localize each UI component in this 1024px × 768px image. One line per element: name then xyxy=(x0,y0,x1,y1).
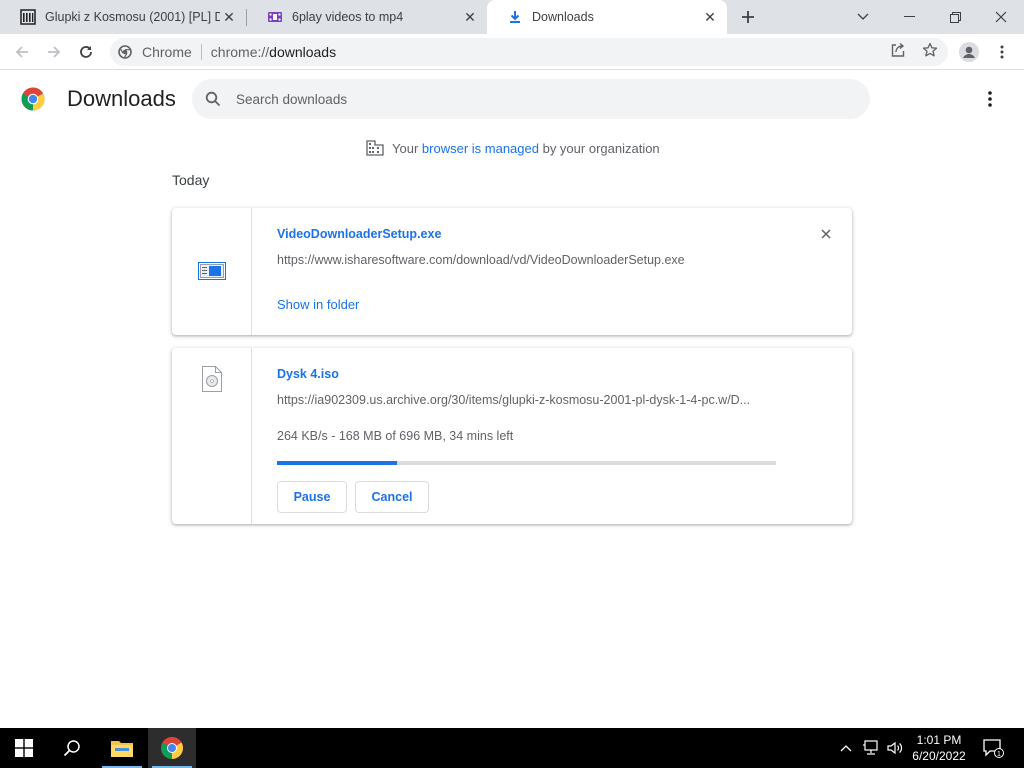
windows-logo-icon xyxy=(15,739,33,757)
taskbar-search-button[interactable] xyxy=(48,728,96,768)
tab-strip: Glupki z Kosmosu (2001) [PL] Dysk ✕ 6pla… xyxy=(0,0,1024,34)
search-downloads[interactable] xyxy=(192,79,870,119)
downloads-page: Downloads Your browser is managed by you… xyxy=(0,71,1024,728)
chrome-logo-icon xyxy=(161,737,183,759)
windows-taskbar: 1:01 PM 6/20/2022 1 xyxy=(0,728,1024,768)
start-button[interactable] xyxy=(0,728,48,768)
download-item: Dysk 4.iso https://ia902309.us.archive.o… xyxy=(172,348,852,524)
minimize-icon[interactable] xyxy=(886,0,932,34)
chrome-menu-icon[interactable] xyxy=(990,40,1014,64)
notification-count: 1 xyxy=(997,751,1001,758)
download-status: 264 KB/s - 168 MB of 696 MB, 34 mins lef… xyxy=(277,429,514,443)
profile-avatar-icon[interactable] xyxy=(957,40,981,64)
tab-close-icon[interactable]: ✕ xyxy=(461,8,479,26)
search-icon xyxy=(63,740,80,757)
managed-link[interactable]: browser is managed xyxy=(422,141,539,156)
chrome-site-icon xyxy=(118,44,134,60)
new-tab-icon[interactable] xyxy=(736,5,760,29)
video-icon xyxy=(267,9,283,25)
reload-icon[interactable] xyxy=(74,40,98,64)
download-filename[interactable]: VideoDownloaderSetup.exe xyxy=(277,227,441,241)
archive-icon xyxy=(20,9,36,25)
exe-file-icon xyxy=(198,262,226,280)
tab-glupki[interactable]: Glupki z Kosmosu (2001) [PL] Dysk ✕ xyxy=(0,0,246,34)
tab-close-icon[interactable]: ✕ xyxy=(220,8,238,26)
close-window-icon[interactable] xyxy=(978,0,1024,34)
tab-title: 6play videos to mp4 xyxy=(292,10,404,24)
download-url[interactable]: https://ia902309.us.archive.org/30/items… xyxy=(277,393,750,407)
download-progress-bar xyxy=(277,461,776,465)
show-in-folder-link[interactable]: Show in folder xyxy=(277,297,359,312)
back-icon[interactable] xyxy=(10,40,34,64)
file-icon-column xyxy=(172,208,252,335)
date-section-label: Today xyxy=(172,172,210,188)
tab-search-chevron-icon[interactable] xyxy=(840,0,886,34)
tab-downloads[interactable]: Downloads ✕ xyxy=(487,0,727,34)
omnibox-separator xyxy=(200,44,202,60)
tab-title: Downloads xyxy=(532,10,594,24)
taskbar-chrome[interactable] xyxy=(148,728,196,768)
page-more-actions-icon[interactable] xyxy=(978,87,1002,111)
disc-file-icon xyxy=(202,366,222,392)
folder-icon xyxy=(111,741,133,757)
share-icon[interactable] xyxy=(886,38,910,62)
cancel-button[interactable]: Cancel xyxy=(355,481,429,513)
tab-6play[interactable]: 6play videos to mp4 ✕ xyxy=(247,0,487,34)
clock-date: 6/20/2022 xyxy=(912,749,966,763)
url-path: downloads xyxy=(269,44,337,60)
download-filename[interactable]: Dysk 4.iso xyxy=(277,367,339,381)
network-icon[interactable] xyxy=(860,728,882,768)
forward-icon[interactable] xyxy=(42,40,66,64)
managed-prefix: Your xyxy=(392,140,419,156)
restore-icon[interactable] xyxy=(932,0,978,34)
search-icon xyxy=(203,89,223,109)
action-center-icon[interactable]: 1 xyxy=(980,728,1006,768)
remove-from-list-icon[interactable] xyxy=(816,224,836,244)
address-bar[interactable]: Chrome chrome://downloads xyxy=(110,38,948,66)
chrome-logo-icon xyxy=(21,87,45,111)
show-hidden-icons-chevron-icon[interactable] xyxy=(836,728,856,768)
bookmark-star-icon[interactable] xyxy=(918,38,942,62)
file-icon-column xyxy=(172,348,252,524)
clock-time: 1:01 PM xyxy=(916,733,962,747)
url-scheme: chrome:// xyxy=(210,44,270,60)
origin-chip: Chrome xyxy=(142,44,192,60)
taskbar-file-explorer[interactable] xyxy=(98,728,146,768)
browser-toolbar: Chrome chrome://downloads xyxy=(0,34,1024,70)
download-progress-fill xyxy=(277,461,398,465)
page-title: Downloads xyxy=(67,86,176,111)
search-input[interactable] xyxy=(236,91,836,107)
tab-title: Glupki z Kosmosu (2001) [PL] Dysk xyxy=(45,10,220,24)
download-url[interactable]: https://www.isharesoftware.com/download/… xyxy=(277,253,685,267)
building-icon xyxy=(366,139,384,157)
download-item: VideoDownloaderSetup.exe https://www.ish… xyxy=(172,208,852,335)
system-clock[interactable]: 1:01 PM 6/20/2022 xyxy=(904,732,974,764)
pause-button[interactable]: Pause xyxy=(277,481,347,513)
volume-icon[interactable] xyxy=(884,728,906,768)
download-icon xyxy=(507,9,523,25)
tab-close-icon[interactable]: ✕ xyxy=(701,8,719,26)
managed-suffix: by your organization xyxy=(542,140,660,156)
managed-notice: Your browser is managed by your organiza… xyxy=(366,139,660,157)
